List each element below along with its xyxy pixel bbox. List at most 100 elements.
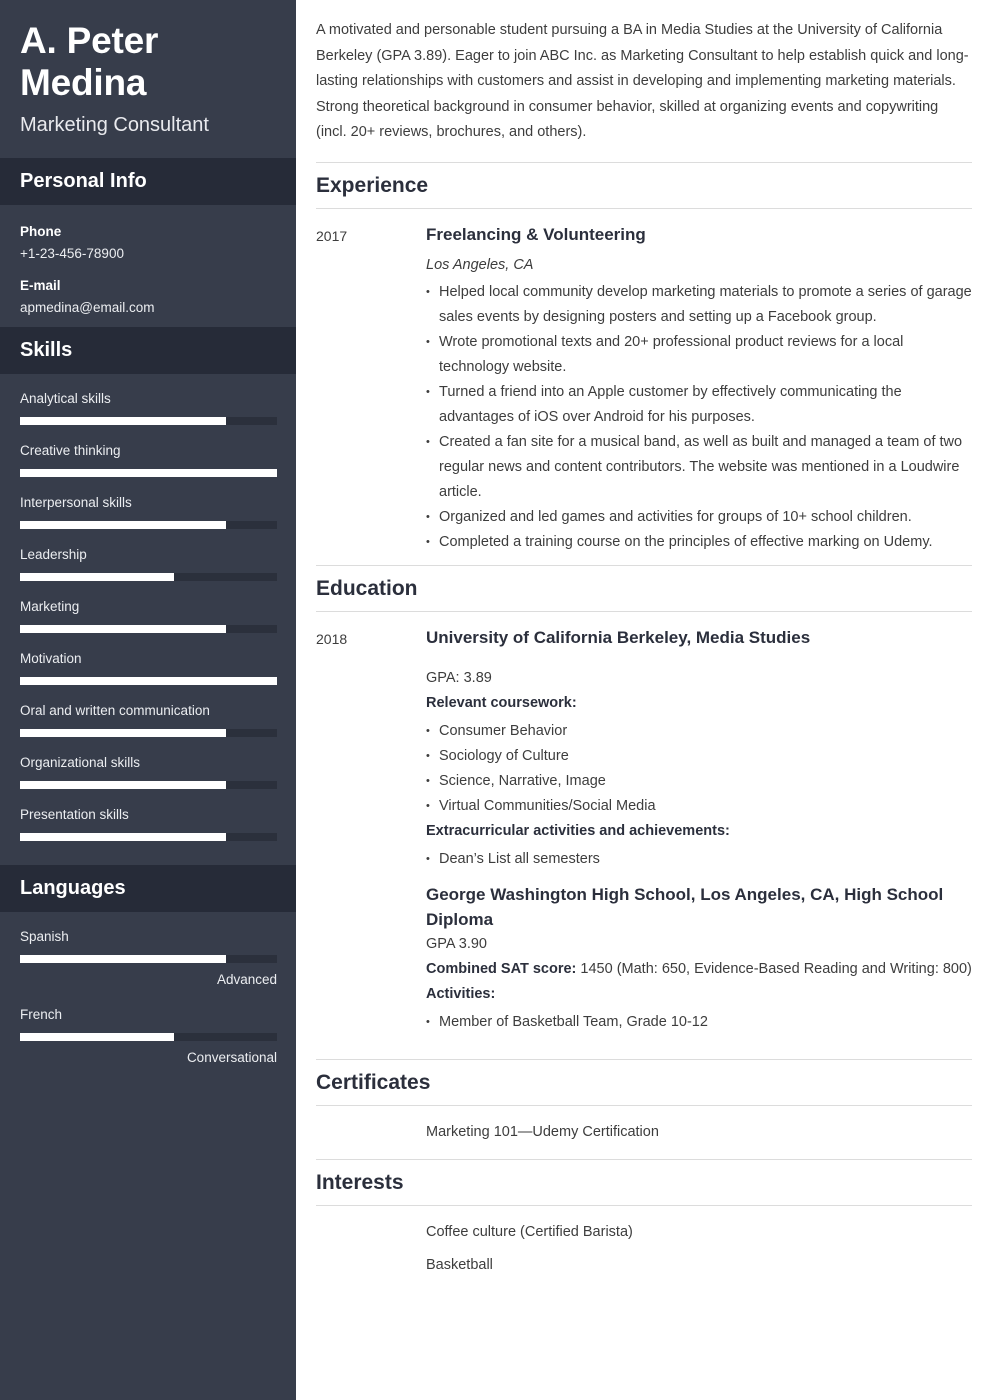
list-item: Virtual Communities/Social Media <box>426 794 972 819</box>
coursework-label: Relevant coursework: <box>426 694 577 711</box>
rating-item: French Conversational <box>20 1005 277 1067</box>
rating-item: Creative thinking <box>20 441 277 477</box>
email-value[interactable]: apmedina@email.com <box>20 298 276 317</box>
sat-value: 1450 (Math: 650, Evidence-Based Reading … <box>576 960 972 977</box>
rating-track <box>20 417 277 425</box>
list-item: Turned a friend into an Apple customer b… <box>426 380 972 430</box>
rating-item: Presentation skills <box>20 805 277 841</box>
rating-fill <box>20 729 226 737</box>
rating-label: Motivation <box>20 651 82 666</box>
email-label: E-mail <box>20 278 61 293</box>
rating-track <box>20 677 277 685</box>
education-highschool-title: George Washington High School, Los Angel… <box>426 884 944 929</box>
list-item: Dean’s List all semesters <box>426 847 972 872</box>
personal-info-body: Phone +1-23-456-78900 E-mail apmedina@em… <box>0 205 296 327</box>
rating-track <box>20 781 277 789</box>
rating-fill <box>20 625 226 633</box>
experience-details: Freelancing & Volunteering Los Angeles, … <box>426 222 972 555</box>
activities-list: Member of Basketball Team, Grade 10-12 <box>426 1010 972 1035</box>
rating-track <box>20 625 277 633</box>
certificates-row: Marketing 101—Udemy Certification <box>316 1106 972 1159</box>
main-content: A motivated and personable student pursu… <box>296 0 990 1400</box>
interests-row: Coffee culture (Certified Barista) Basket… <box>316 1206 972 1292</box>
resume-page: A. Peter Medina Marketing Consultant Per… <box>0 0 990 1400</box>
rating-track <box>20 573 277 581</box>
list-item: Wrote promotional texts and 20+ professi… <box>426 330 972 380</box>
list-item: Consumer Behavior <box>426 719 972 744</box>
experience-title: Freelancing & Volunteering <box>426 224 646 244</box>
rating-item: Spanish Advanced <box>20 927 277 989</box>
rating-fill <box>20 417 226 425</box>
experience-location: Los Angeles, CA <box>426 256 534 273</box>
rating-item: Marketing <box>20 597 277 633</box>
list-item: Organized and led games and activities f… <box>426 505 972 530</box>
experience-section: Experience 2017 Freelancing & Volunteeri… <box>316 161 972 555</box>
interests-list: Coffee culture (Certified Barista) Basket… <box>426 1220 972 1292</box>
sat-label: Combined SAT score: <box>426 960 577 977</box>
interests-section: Interests Coffee culture (Certified Bari… <box>316 1158 972 1292</box>
rating-label: Analytical skills <box>20 391 111 406</box>
phone-label: Phone <box>20 224 62 239</box>
rating-label: Spanish <box>20 929 69 944</box>
rating-track <box>20 469 277 477</box>
languages-header: Languages <box>0 865 296 912</box>
coursework-list: Consumer BehaviorSociology of CultureSci… <box>426 719 972 819</box>
certificates-section: Certificates Marketing 101—Udemy Certifi… <box>316 1058 972 1159</box>
rating-fill <box>20 781 226 789</box>
personal-info-header: Personal Info <box>0 158 296 205</box>
certificates-date-spacer <box>316 1120 426 1159</box>
rating-label: Organizational skills <box>20 755 141 770</box>
education-university-details: University of California Berkeley, Media… <box>426 625 972 1035</box>
rating-label: Creative thinking <box>20 443 121 458</box>
rating-item: Leadership <box>20 545 277 581</box>
list-item: Coffee culture (Certified Barista) <box>426 1223 633 1240</box>
proficiency-label: Advanced <box>216 972 277 987</box>
list-item: Completed a training course on the princ… <box>426 530 972 555</box>
candidate-job-title: Marketing Consultant <box>20 114 209 136</box>
list-item: Marketing 101—Udemy Certification <box>426 1123 659 1140</box>
skills-header: Skills <box>0 327 296 374</box>
sat-score-line: Combined SAT score: 1450 (Math: 650, Evi… <box>426 957 972 982</box>
education-entry-university: 2018 University of California Berkeley, … <box>316 612 972 1035</box>
rating-track <box>20 955 277 963</box>
rating-item: Motivation <box>20 649 277 685</box>
rating-label: Leadership <box>20 547 87 562</box>
languages-body: Spanish Advanced French Conversational <box>0 912 296 1091</box>
rating-fill <box>20 469 277 477</box>
skills-heading: Skills <box>20 339 73 361</box>
experience-entry: 2017 Freelancing & Volunteering Los Ange… <box>316 209 972 555</box>
list-item: Sociology of Culture <box>426 744 972 769</box>
list-item: Created a fan site for a musical band, a… <box>426 430 972 505</box>
education-university-gpa: GPA: 3.89 <box>426 669 492 686</box>
rating-fill <box>20 573 175 581</box>
rating-label: Interpersonal skills <box>20 495 132 510</box>
rating-item: Organizational skills <box>20 753 277 789</box>
rating-item: Oral and written communication <box>20 701 277 737</box>
list-item: Basketball <box>426 1256 493 1273</box>
rating-fill <box>20 833 226 841</box>
education-university-date: 2018 <box>316 630 348 647</box>
proficiency-label: Conversational <box>186 1050 277 1065</box>
rating-label: Oral and written communication <box>20 703 210 718</box>
rating-item: Analytical skills <box>20 389 277 425</box>
rating-fill <box>20 521 226 529</box>
skills-body: Analytical skills Creative thinking Interp… <box>0 374 296 865</box>
rating-fill <box>20 955 226 963</box>
rating-track <box>20 1033 277 1041</box>
candidate-name: A. Peter Medina <box>20 20 159 103</box>
education-university-title: University of California Berkeley, Media… <box>426 627 811 647</box>
education-section: Education 2018 University of California … <box>316 564 972 1035</box>
sidebar: A. Peter Medina Marketing Consultant Per… <box>0 0 296 1400</box>
rating-fill <box>20 677 277 685</box>
interests-heading: Interests <box>316 1160 972 1206</box>
experience-bullet-list: Helped local community develop marketing… <box>426 280 972 555</box>
phone-value[interactable]: +1-23-456-78900 <box>20 244 276 263</box>
list-item: Helped local community develop marketing… <box>426 280 972 330</box>
extracurricular-list: Dean’s List all semesters <box>426 847 972 872</box>
extracurricular-label: Extracurricular activities and achieveme… <box>426 822 730 839</box>
languages-heading: Languages <box>20 877 126 899</box>
rating-label: Marketing <box>20 599 80 614</box>
